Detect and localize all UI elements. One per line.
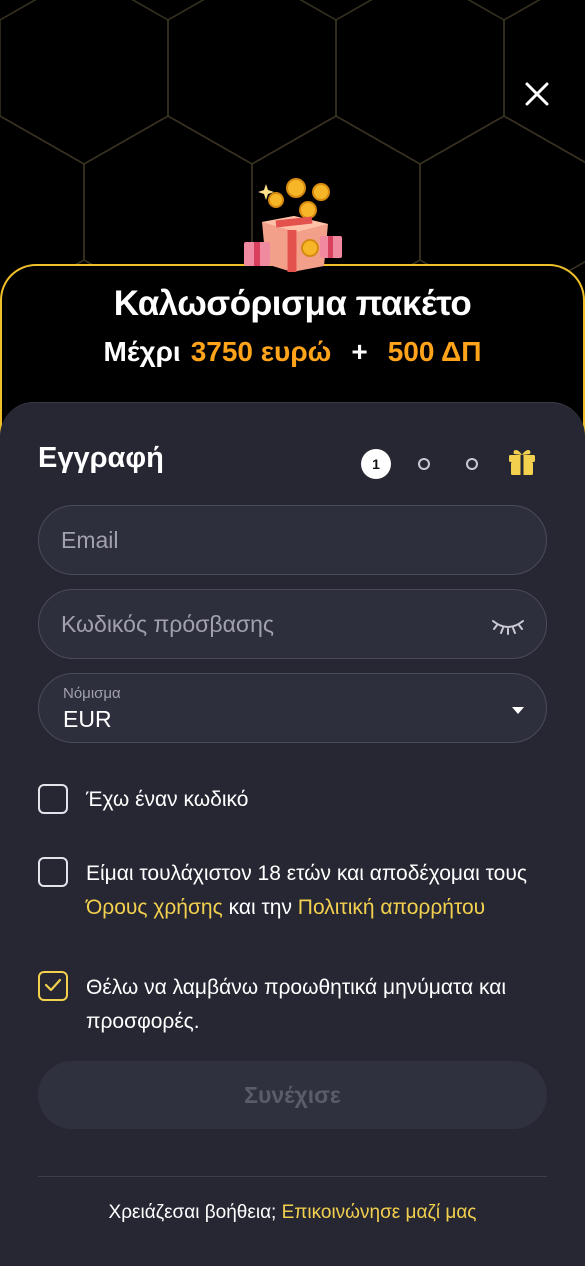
email-field[interactable] [38, 505, 547, 575]
email-input[interactable] [61, 506, 481, 574]
step-indicator-dot [418, 458, 430, 470]
gift-box-icon [244, 178, 342, 272]
promo-amount: 3750 ευρώ [190, 336, 332, 367]
privacy-policy-link[interactable]: Πολιτική απορρήτου [298, 896, 485, 919]
registration-title: Εγγραφή [38, 442, 164, 474]
promo-subtitle: Μέχρι 3750 ευρώ +500 ΔΠ [0, 336, 585, 368]
divider [38, 1176, 547, 1177]
help-text: Χρειάζεσαι βοήθεια; [108, 1202, 277, 1223]
promo-code-checkbox[interactable] [38, 784, 68, 814]
promo-title: Καλωσόρισμα πακέτο [113, 284, 472, 323]
promo-code-label: Έχω έναν κωδικό [86, 788, 249, 811]
terms-label: Είμαι τουλάχιστον 18 ετών και αποδέχομαι… [86, 857, 556, 925]
chevron-down-icon [512, 707, 524, 714]
continue-button[interactable]: Συνέχισε [38, 1061, 547, 1129]
checkmark-icon [44, 978, 62, 992]
currency-select[interactable]: Νόμισμα EUR [38, 673, 547, 743]
gift-step-icon [509, 450, 535, 475]
close-icon [525, 82, 549, 106]
terms-prefix: Είμαι τουλάχιστον 18 ετών και αποδέχομαι… [86, 862, 527, 885]
close-button[interactable] [520, 77, 554, 111]
contact-us-link[interactable]: Επικοινώνησε μαζί μας [282, 1202, 477, 1223]
terms-of-use-link[interactable]: Όρους χρήσης [86, 896, 223, 919]
step-indicator-dot [466, 458, 478, 470]
currency-label: Νόμισμα [63, 685, 121, 702]
terms-middle: και την [228, 896, 292, 919]
eye-closed-icon[interactable] [491, 615, 525, 635]
help-line: Χρειάζεσαι βοήθεια; Επικοινώνησε μαζί μα… [0, 1202, 585, 1224]
promo-prefix: Μέχρι [103, 336, 181, 367]
currency-value: EUR [63, 706, 112, 732]
password-input[interactable] [61, 590, 481, 658]
promo-spins: 500 ΔΠ [387, 336, 482, 367]
marketing-checkbox[interactable] [38, 971, 68, 1001]
password-field[interactable] [38, 589, 547, 659]
promo-plus: + [351, 336, 368, 367]
terms-checkbox[interactable] [38, 857, 68, 887]
step-indicator-active: 1 [361, 449, 391, 479]
marketing-label: Θέλω να λαμβάνω προωθητικά μηνύματα και … [86, 976, 507, 1033]
